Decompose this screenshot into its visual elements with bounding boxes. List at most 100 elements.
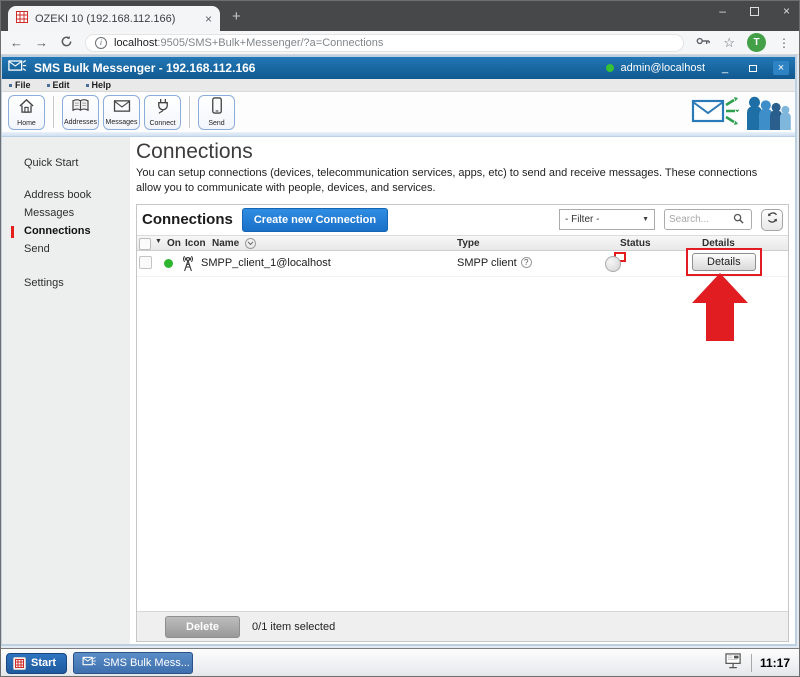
- tab-title: OZEKI 10 (192.168.112.166): [35, 13, 198, 25]
- connections-panel: Connections Create new Connection - Filt…: [136, 204, 789, 642]
- search-input[interactable]: [669, 214, 731, 225]
- panel-footer: Delete 0/1 item selected: [137, 611, 788, 641]
- os-taskbar: Start SMS Bulk Mess... 11:17: [0, 648, 800, 677]
- app-maximize-button[interactable]: [745, 61, 761, 75]
- toolbar-separator: [189, 96, 190, 128]
- create-new-connection-button[interactable]: Create new Connection: [242, 208, 388, 232]
- logged-in-user: admin@localhost: [620, 62, 705, 74]
- bookmark-star-icon[interactable]: ☆: [723, 35, 735, 51]
- start-grid-icon: [13, 657, 26, 670]
- phone-icon: [211, 97, 223, 119]
- task-envelope-icon: [82, 656, 97, 670]
- sidebar-item-quick-start[interactable]: Quick Start: [2, 154, 130, 172]
- menu-bullet-icon: [47, 84, 50, 87]
- delete-button[interactable]: Delete: [165, 616, 240, 638]
- app-menubar: File Edit Help: [2, 79, 795, 92]
- address-book-icon: [71, 98, 90, 118]
- sidebar-nav: Quick Start Address book Messages Connec…: [2, 137, 132, 644]
- chevron-down-icon: ▼: [642, 216, 649, 223]
- column-header-on: On: [167, 238, 181, 249]
- connection-name: SMPP_client_1@localhost: [201, 257, 331, 269]
- page-title: Connections: [136, 139, 789, 164]
- column-header-icon: Icon: [185, 238, 206, 249]
- home-icon: [18, 98, 35, 119]
- column-header-name: Name: [212, 238, 239, 249]
- search-box[interactable]: [664, 209, 752, 230]
- toolbar-send-button[interactable]: Send: [198, 95, 235, 130]
- tab-close-icon[interactable]: ×: [205, 13, 212, 25]
- refresh-icon: [766, 211, 779, 229]
- column-header-type: Type: [457, 238, 480, 249]
- panel-header: Connections Create new Connection - Filt…: [137, 205, 788, 235]
- toolbar-separator: [53, 96, 54, 128]
- status-toggle-highlight: [614, 252, 626, 262]
- toolbar-messages-button[interactable]: Messages: [103, 95, 140, 130]
- table-body-empty: [137, 277, 788, 611]
- checkbox-menu-caret-icon[interactable]: ▼: [155, 238, 162, 245]
- antenna-icon: [179, 254, 197, 276]
- user-status-dot: [606, 64, 614, 72]
- url-path: :9505/SMS+Bulk+Messenger/?a=Connections: [157, 37, 383, 49]
- refresh-button[interactable]: [761, 209, 783, 231]
- browser-tab[interactable]: OZEKI 10 (192.168.112.166) ×: [8, 6, 220, 31]
- help-icon[interactable]: ?: [521, 257, 532, 268]
- new-tab-button[interactable]: +: [232, 8, 241, 25]
- panel-title: Connections: [142, 211, 233, 228]
- keyboard-tray-icon[interactable]: [725, 653, 743, 674]
- app-title: SMS Bulk Messenger - 192.168.112.166: [34, 61, 255, 75]
- sidebar-item-settings[interactable]: Settings: [2, 274, 130, 292]
- table-row[interactable]: SMPP_client_1@localhost SMPP client ? De…: [137, 251, 788, 277]
- app-close-button[interactable]: ×: [773, 61, 789, 75]
- details-button-highlight: Details: [686, 248, 762, 276]
- row-checkbox[interactable]: [139, 256, 152, 269]
- selection-count: 0/1 item selected: [252, 621, 335, 633]
- details-button[interactable]: Details: [692, 253, 756, 271]
- forward-icon[interactable]: →: [35, 36, 48, 49]
- ozeki-messenger-logo: [691, 93, 791, 137]
- browser-avatar[interactable]: T: [747, 33, 766, 52]
- select-all-checkbox[interactable]: [139, 238, 151, 250]
- taskbar-clock: 11:17: [760, 656, 790, 670]
- browser-minimize-button[interactable]: –: [719, 4, 726, 18]
- page-info-icon[interactable]: i: [95, 37, 107, 49]
- sidebar-item-messages[interactable]: Messages: [2, 204, 130, 222]
- menu-bullet-icon: [9, 84, 12, 87]
- url-bar[interactable]: i localhost:9505/SMS+Bulk+Messenger/?a=C…: [85, 34, 684, 52]
- url-host: localhost: [114, 37, 157, 49]
- menu-edit[interactable]: Edit: [47, 80, 70, 90]
- menu-file[interactable]: File: [9, 80, 31, 90]
- envelope-icon: [113, 99, 131, 118]
- menu-help[interactable]: Help: [86, 80, 112, 90]
- password-key-icon[interactable]: [696, 34, 711, 52]
- browser-tabstrip: OZEKI 10 (192.168.112.166) × + – ×: [0, 0, 800, 31]
- taskbar-task-sms-bulk-messenger[interactable]: SMS Bulk Mess...: [73, 652, 193, 674]
- column-header-status: Status: [620, 238, 651, 249]
- sidebar-item-address-book[interactable]: Address book: [2, 186, 130, 204]
- filter-dropdown[interactable]: - Filter - ▼: [559, 209, 655, 230]
- connection-type: SMPP client ?: [457, 257, 532, 269]
- sort-chevron-icon[interactable]: [245, 238, 256, 249]
- app-titlebar: SMS Bulk Messenger - 192.168.112.166 adm…: [2, 57, 795, 79]
- connection-on-indicator: [164, 259, 173, 268]
- active-item-marker: [11, 226, 14, 238]
- back-icon[interactable]: ←: [10, 36, 23, 49]
- browser-close-button[interactable]: ×: [783, 4, 790, 18]
- page-viewport: SMS Bulk Messenger - 192.168.112.166 adm…: [0, 55, 800, 648]
- reload-icon[interactable]: [60, 35, 73, 50]
- sidebar-item-connections[interactable]: Connections: [2, 222, 130, 240]
- browser-maximize-button[interactable]: [750, 7, 759, 16]
- menu-bullet-icon: [86, 84, 89, 87]
- page-description: You can setup connections (devices, tele…: [136, 166, 764, 197]
- plug-icon: [155, 98, 171, 119]
- search-icon: [733, 211, 744, 229]
- favicon-grid-icon: [16, 11, 28, 26]
- toolbar-connect-button[interactable]: Connect: [144, 95, 181, 130]
- app-minimize-button[interactable]: _: [717, 61, 733, 75]
- toolbar-home-button[interactable]: Home: [8, 95, 45, 130]
- sidebar-item-send[interactable]: Send: [2, 240, 130, 258]
- start-button[interactable]: Start: [6, 653, 67, 674]
- toggle-knob: [605, 256, 621, 272]
- tray-separator: [751, 654, 752, 672]
- toolbar-addresses-button[interactable]: Addresses: [62, 95, 99, 130]
- browser-menu-icon[interactable]: ⋮: [778, 36, 790, 50]
